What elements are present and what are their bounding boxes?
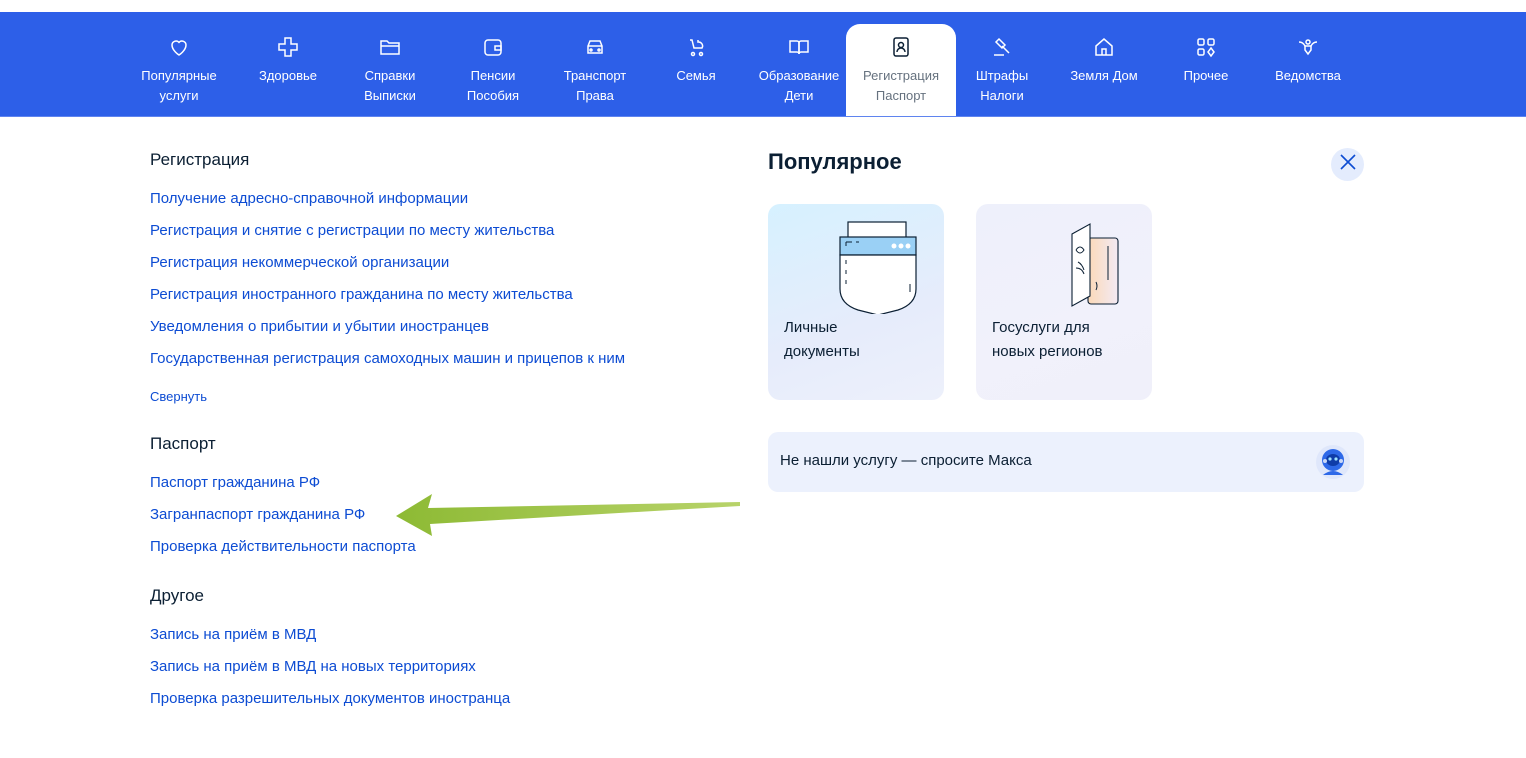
- link-foreign-passport[interactable]: Загранпаспорт гражданина РФ: [150, 506, 365, 523]
- book-icon: [786, 34, 812, 60]
- popular-title: Популярное: [768, 149, 902, 174]
- link-address-info[interactable]: Получение адресно-справочной информации: [150, 190, 468, 207]
- nav-item-registration-active[interactable]: Регистрация Паспорт: [846, 24, 956, 116]
- nav-item-pensions[interactable]: Пенсии Пособия: [456, 12, 530, 116]
- heart-icon: [166, 34, 192, 60]
- folder-icon: [377, 34, 403, 60]
- nav-item-land-house[interactable]: Земля Дом: [1062, 12, 1146, 116]
- card-label: Личные документы: [784, 319, 860, 360]
- nav-label: Образование Дети: [758, 68, 840, 103]
- card-label: Госуслуги для новых регионов: [992, 319, 1103, 360]
- link-mvd-appointment[interactable]: Запись на приём в МВД: [150, 626, 316, 643]
- nav-label: Прочее: [1183, 68, 1229, 83]
- nav-item-popular[interactable]: Популярные услуги: [138, 12, 220, 116]
- section-title-passport: Паспорт: [150, 434, 216, 453]
- link-nonprofit-registration[interactable]: Регистрация некоммерческой организации: [150, 254, 449, 271]
- link-passport-check[interactable]: Проверка действительности паспорта: [150, 538, 416, 555]
- top-navigation-bar: Популярные услуги Здоровье Справки Выпис…: [0, 12, 1526, 117]
- robot-avatar-icon: [1316, 445, 1350, 479]
- nav-label: Популярные услуги: [141, 68, 217, 103]
- nav-item-health[interactable]: Здоровье: [252, 12, 324, 116]
- nav-label: Штрафы Налоги: [975, 68, 1029, 103]
- link-foreigner-notifications[interactable]: Уведомления о прибытии и убытии иностран…: [150, 318, 489, 335]
- nav-label: Ведомства: [1275, 68, 1341, 83]
- document-pocket-icon: [839, 221, 917, 314]
- nav-item-fines[interactable]: Штрафы Налоги: [966, 12, 1038, 116]
- link-internal-passport[interactable]: Паспорт гражданина РФ: [150, 474, 320, 491]
- nav-label: Здоровье: [258, 68, 318, 83]
- link-foreigner-permits-check[interactable]: Проверка разрешительных документов иност…: [150, 690, 510, 707]
- link-mvd-new-territories[interactable]: Запись на приём в МВД на новых территори…: [150, 658, 476, 675]
- nav-item-agencies[interactable]: Ведомства: [1266, 12, 1350, 116]
- nav-item-education[interactable]: Образование Дети: [752, 12, 846, 116]
- close-button[interactable]: [1331, 148, 1364, 181]
- nav-item-transport[interactable]: Транспорт Права: [554, 12, 636, 116]
- nav-item-certificates[interactable]: Справки Выписки: [352, 12, 428, 116]
- stroller-icon: [683, 34, 709, 60]
- close-icon: [1339, 153, 1357, 176]
- nav-item-other[interactable]: Прочее: [1174, 12, 1238, 116]
- gavel-icon: [989, 34, 1015, 60]
- passport-book-icon: [1071, 223, 1119, 307]
- nav-label: Справки Выписки: [364, 68, 416, 103]
- nav-label: Регистрация Паспорт: [863, 68, 939, 103]
- link-residence-registration[interactable]: Регистрация и снятие с регистрации по ме…: [150, 222, 554, 239]
- grid-icon: [1193, 34, 1219, 60]
- collapse-link[interactable]: Свернуть: [150, 389, 207, 404]
- nav-label: Земля Дом: [1070, 68, 1138, 83]
- passport-icon: [888, 34, 914, 60]
- annotation-arrow: [396, 494, 740, 536]
- nav-label: Семья: [676, 68, 716, 83]
- ask-assistant-bar[interactable]: Не нашли услугу — спросите Макса: [768, 432, 1364, 492]
- house-icon: [1091, 34, 1117, 60]
- link-vehicle-registration[interactable]: Государственная регистрация самоходных м…: [150, 350, 625, 367]
- eagle-emblem-icon: [1295, 34, 1321, 60]
- nav-item-family[interactable]: Семья: [666, 12, 726, 116]
- card-personal-documents[interactable]: Личные документы: [768, 204, 944, 400]
- card-new-regions[interactable]: Госуслуги для новых регионов: [976, 204, 1152, 400]
- section-title-registration: Регистрация: [150, 150, 250, 169]
- wallet-icon: [480, 34, 506, 60]
- nav-label: Пенсии Пособия: [466, 68, 520, 103]
- nav-label: Транспорт Права: [563, 68, 627, 103]
- medical-cross-icon: [275, 34, 301, 60]
- section-title-other: Другое: [150, 586, 205, 605]
- link-foreigner-registration[interactable]: Регистрация иностранного гражданина по м…: [150, 286, 573, 303]
- ask-assistant-text: Не нашли услугу — спросите Макса: [780, 452, 1032, 469]
- car-icon: [582, 34, 608, 60]
